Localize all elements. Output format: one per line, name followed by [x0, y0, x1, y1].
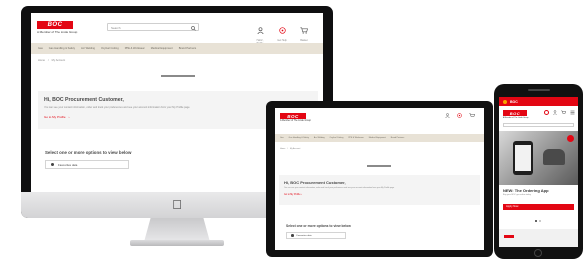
phone-search-input[interactable] [503, 123, 574, 127]
profile-link[interactable]: Go to My Profile › [44, 115, 70, 119]
laptop-help-icon[interactable] [457, 113, 462, 118]
phone-cart-icon[interactable] [561, 110, 566, 115]
intro-text: You can see your contact information, or… [44, 106, 190, 109]
hero-badge-icon [567, 135, 574, 142]
imac-stand-foot [130, 240, 224, 246]
breadcrumb: Home / My Account [38, 59, 65, 62]
header-help[interactable]: Get Help [275, 21, 289, 42]
laptop-header-icons [445, 113, 475, 118]
laptop-nav-item[interactable]: Arc Welding [314, 137, 325, 139]
laptop-chevron-right-icon: › [301, 194, 302, 196]
phone-header-icons [544, 110, 575, 115]
laptop-options-heading: Select one or more options to view below [286, 224, 351, 228]
hero-hand [543, 149, 565, 165]
laptop-main-nav: Gas Gas Handling & Safety Arc Welding Ox… [275, 134, 484, 142]
radio-dot-icon [51, 163, 54, 166]
apple-logo-icon:  [170, 198, 184, 212]
phone-screen: BOC BOC A Member of The Linde Group NEW:… [499, 97, 578, 247]
laptop-breadcrumb: Home / My Account [280, 148, 301, 150]
nav-item-medical[interactable]: Medical Equipment [151, 47, 173, 50]
help-icon [278, 27, 286, 34]
phone-notification-icon [503, 99, 507, 104]
laptop-nav-item[interactable]: Gas Handling & Safety [289, 137, 309, 139]
chevron-right-icon: › [68, 115, 70, 119]
laptop-boc-logo[interactable]: BOC [280, 113, 306, 119]
imac-stand-neck [144, 218, 210, 242]
promo-text: Buy your BOC gas online today [503, 194, 531, 196]
nav-item-ppe[interactable]: PPE & Workwear [125, 47, 145, 50]
laptop-user-icon[interactable] [445, 113, 450, 118]
laptop-nav-item[interactable]: Brand Partners [391, 137, 404, 139]
carousel-dots [535, 220, 541, 222]
cart-icon [300, 27, 308, 34]
phone-bottom-accent [504, 235, 514, 238]
promo-title: NEW: The Ordering App [503, 188, 549, 193]
phone-menu-icon[interactable] [570, 110, 575, 115]
promo-apply-button[interactable]: Apply Now [503, 204, 574, 210]
nav-item-brand-partners[interactable]: Brand Partners [179, 47, 196, 50]
carousel-dot[interactable] [539, 220, 541, 222]
options-heading: Select one or more options to view below [45, 150, 132, 155]
nav-item-oxyfuel[interactable]: Oxyfuel Cutting [101, 47, 119, 50]
nav-item-arc-welding[interactable]: Arc Welding [81, 47, 95, 50]
laptop-nav-item[interactable]: PPE & Workwear [348, 137, 363, 139]
laptop-nav-list: Gas Gas Handling & Safety Arc Welding Ox… [280, 137, 404, 139]
phone-boc-logo[interactable]: BOC [503, 110, 527, 116]
hero-phone-screen [515, 145, 531, 171]
hero-phone-illustration [513, 141, 533, 175]
header-profile[interactable]: Hello!, Profile [253, 21, 267, 45]
laptop-nav-item[interactable]: Gas [280, 137, 284, 139]
brand-tagline: A Member of The Linde Group [37, 30, 78, 34]
breadcrumb-home[interactable]: Home [38, 59, 45, 62]
option-favourites[interactable]: Favourites data [45, 160, 129, 169]
laptop-profile-link[interactable]: Go to My Profile › [284, 194, 302, 196]
phone-help-icon[interactable] [544, 110, 549, 115]
nav-list: Gas Gas Handling & Safety Arc Welding Ox… [38, 47, 196, 50]
laptop-greeting-heading: Hi, BOC Procurement Customer, [284, 180, 346, 185]
phone-bottom-section [499, 229, 578, 247]
laptop-option-favourites[interactable]: Favourites data [286, 232, 346, 239]
greeting-heading: Hi, BOC Procurement Customer, [44, 97, 124, 103]
laptop-nav-item[interactable]: Oxyfuel Cutting [330, 137, 344, 139]
boc-logo[interactable]: BOC [37, 21, 73, 29]
phone-hero-image [499, 131, 578, 185]
laptop-screen: BOC A Member of The Linde Group Gas Gas … [275, 108, 484, 250]
user-icon [256, 27, 264, 35]
phone-top-bar: BOC [499, 97, 578, 106]
laptop-cart-icon[interactable] [469, 113, 475, 118]
search-placeholder: Search [111, 26, 121, 30]
carousel-dot-active[interactable] [535, 220, 537, 222]
phone-brand-tagline: A Member of The Linde Group [503, 117, 529, 119]
nav-item-gas[interactable]: Gas [38, 47, 43, 50]
laptop-greeting-card: Hi, BOC Procurement Customer, You can se… [279, 175, 480, 205]
nav-item-gas-handling[interactable]: Gas Handling & Safety [49, 47, 75, 50]
section-divider [161, 75, 195, 77]
laptop-section-divider [367, 165, 391, 167]
laptop-nav-item[interactable]: Medical Equipment [369, 137, 386, 139]
phone-user-icon[interactable] [553, 110, 557, 115]
search-input[interactable]: Search [107, 23, 199, 31]
header-basket[interactable]: Basket [297, 21, 311, 42]
breadcrumb-separator: / [47, 59, 49, 62]
laptop-radio-dot-icon [291, 234, 294, 237]
laptop-brand-tagline: A Member of The Linde Group [280, 120, 311, 122]
phone-speaker [528, 89, 550, 91]
laptop-intro-text: You can see your contact information, or… [284, 187, 395, 189]
main-nav: Gas Gas Handling & Safety Arc Welding Ox… [31, 43, 323, 54]
phone-home-button[interactable] [534, 249, 542, 257]
search-icon[interactable] [191, 25, 196, 31]
breadcrumb-current: My Account [51, 59, 66, 62]
